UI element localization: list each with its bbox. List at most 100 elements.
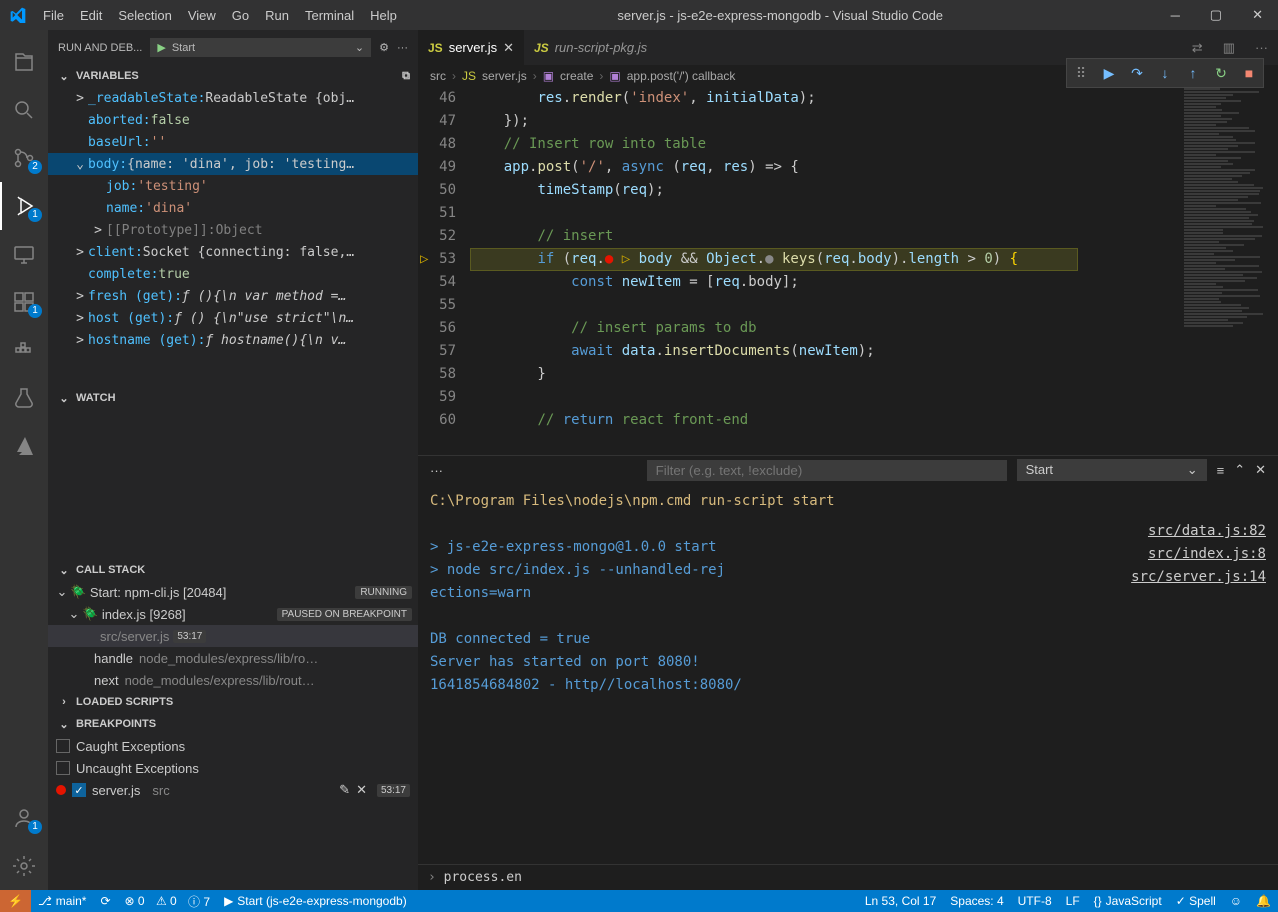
menu-selection[interactable]: Selection: [110, 8, 179, 23]
close-button[interactable]: ✕: [1237, 7, 1278, 23]
step-into-icon[interactable]: ↓: [1153, 61, 1177, 85]
more-icon[interactable]: ···: [430, 463, 443, 478]
debug-icon[interactable]: 1: [0, 182, 48, 230]
edit-icon[interactable]: ✎: [339, 782, 350, 798]
close-icon[interactable]: ✕: [503, 40, 514, 56]
drag-handle-icon[interactable]: ⠿: [1069, 61, 1093, 85]
variable-row[interactable]: complete: true: [48, 263, 418, 285]
callstack-header[interactable]: ⌄CALL STACK: [48, 559, 418, 581]
stack-frame[interactable]: nextnode_modules/express/lib/rout…: [48, 669, 418, 691]
scm-icon[interactable]: 2: [0, 134, 48, 182]
start-debug-icon[interactable]: ▶: [157, 41, 165, 54]
breakpoints-header[interactable]: ⌄BREAKPOINTS: [48, 713, 418, 735]
breakpoint-current-icon: ▷: [420, 248, 428, 271]
variable-row[interactable]: name: 'dina': [48, 197, 418, 219]
breakpoint-row[interactable]: Uncaught Exceptions: [48, 757, 418, 779]
variable-row[interactable]: >host (get): ƒ () {\n"use strict"\n…: [48, 307, 418, 329]
more-icon[interactable]: ···: [1245, 40, 1278, 55]
variable-row[interactable]: >[[Prototype]]: Object: [48, 219, 418, 241]
menu-view[interactable]: View: [180, 8, 224, 23]
remote-indicator[interactable]: ⚡: [0, 890, 31, 912]
menu-terminal[interactable]: Terminal: [297, 8, 362, 23]
close-icon[interactable]: ✕: [356, 782, 367, 798]
stack-frame[interactable]: handlenode_modules/express/lib/ro…: [48, 647, 418, 669]
bug-icon: 🪲: [82, 606, 98, 622]
word-wrap-icon[interactable]: ≡: [1217, 463, 1225, 478]
menu-file[interactable]: File: [35, 8, 72, 23]
stop-icon[interactable]: ■: [1237, 61, 1261, 85]
encoding[interactable]: UTF-8: [1011, 894, 1059, 908]
testing-icon[interactable]: [0, 374, 48, 422]
menu-edit[interactable]: Edit: [72, 8, 110, 23]
git-branch[interactable]: ⎇main*: [31, 894, 94, 908]
gear-icon[interactable]: ⚙: [379, 41, 389, 54]
variables-header[interactable]: ⌄VARIABLES⧉: [48, 65, 418, 87]
notifications-icon[interactable]: 🔔: [1249, 894, 1278, 908]
language-mode[interactable]: {}JavaScript: [1087, 894, 1169, 908]
checkbox[interactable]: ✓: [72, 783, 86, 797]
checkbox[interactable]: [56, 739, 70, 753]
accounts-icon[interactable]: 1: [0, 794, 48, 842]
launch-target-select[interactable]: Start⌄: [1017, 459, 1207, 481]
tab-server-js[interactable]: JSserver.js✕: [418, 30, 524, 65]
checkbox[interactable]: [56, 761, 70, 775]
chevron-up-icon[interactable]: ⌃: [1234, 462, 1245, 478]
indentation[interactable]: Spaces: 4: [943, 894, 1010, 908]
problems[interactable]: ⊗ 0 ⚠ 0 ⓘ 7: [118, 893, 218, 910]
activity-bar: 2 1 1 1: [0, 30, 48, 890]
feedback-icon[interactable]: ☺: [1223, 894, 1249, 908]
minimap[interactable]: [1178, 87, 1278, 455]
editor-area: JSserver.js✕ JSrun-script-pkg.js ⇄ ▥ ···…: [418, 30, 1278, 890]
loaded-scripts-header[interactable]: ›LOADED SCRIPTS: [48, 691, 418, 713]
split-editor-icon[interactable]: ▥: [1213, 40, 1245, 56]
code-editor[interactable]: 464748495051525354555657585960 res.rende…: [418, 87, 1278, 455]
search-icon[interactable]: [0, 86, 48, 134]
settings-gear-icon[interactable]: [0, 842, 48, 890]
variable-row[interactable]: >fresh (get): ƒ (){\n var method =…: [48, 285, 418, 307]
azure-icon[interactable]: [0, 422, 48, 470]
breakpoint-dot-icon: [56, 785, 66, 795]
sync-button[interactable]: ⟳: [93, 894, 117, 908]
debug-target[interactable]: ▶Start (js-e2e-express-mongodb): [217, 894, 414, 908]
variable-row[interactable]: >_readableState: ReadableState {obj…: [48, 87, 418, 109]
menu-help[interactable]: Help: [362, 8, 405, 23]
debug-console-output[interactable]: C:\Program Files\nodejs\npm.cmd run-scri…: [418, 484, 1278, 864]
continue-icon[interactable]: ▶: [1097, 61, 1121, 85]
close-panel-icon[interactable]: ✕: [1255, 462, 1266, 478]
debug-sidebar: RUN AND DEB... ▶ Start ⌄ ⚙ ··· ⌄VARIABLE…: [48, 30, 418, 890]
variable-row[interactable]: ⌄body: {name: 'dina', job: 'testing…: [48, 153, 418, 175]
extensions-icon[interactable]: 1: [0, 278, 48, 326]
minimize-button[interactable]: ─: [1156, 8, 1195, 23]
variable-row[interactable]: job: 'testing': [48, 175, 418, 197]
chevron-down-icon: ⌄: [1187, 462, 1198, 478]
launch-config-select[interactable]: ▶ Start ⌄: [150, 38, 371, 57]
tab-run-script-pkg[interactable]: JSrun-script-pkg.js: [524, 30, 657, 65]
spell-check[interactable]: ✓ Spell: [1169, 894, 1223, 908]
eol[interactable]: LF: [1059, 894, 1087, 908]
source-links[interactable]: src/data.js:82 src/index.js:8 src/server…: [1131, 520, 1266, 589]
remote-explorer-icon[interactable]: [0, 230, 48, 278]
maximize-button[interactable]: ▢: [1195, 7, 1237, 23]
stack-frame[interactable]: src/server.js53:17: [48, 625, 418, 647]
step-out-icon[interactable]: ↑: [1181, 61, 1205, 85]
cursor-position[interactable]: Ln 53, Col 17: [858, 894, 943, 908]
menu-run[interactable]: Run: [257, 8, 297, 23]
menu-go[interactable]: Go: [224, 8, 257, 23]
debug-toolbar[interactable]: ⠿ ▶ ↷ ↓ ↑ ↻ ■: [1066, 58, 1264, 88]
compare-icon[interactable]: ⇄: [1182, 40, 1213, 56]
more-icon[interactable]: ···: [397, 42, 408, 54]
filter-input[interactable]: [647, 460, 1007, 481]
restart-icon[interactable]: ↻: [1209, 61, 1233, 85]
watch-header[interactable]: ⌄WATCH: [48, 387, 418, 409]
variable-row[interactable]: >client: Socket {connecting: false,…: [48, 241, 418, 263]
collapse-icon[interactable]: ⧉: [402, 70, 410, 83]
step-over-icon[interactable]: ↷: [1125, 61, 1149, 85]
breakpoint-row[interactable]: ✓server.jssrc✎✕53:17: [48, 779, 418, 801]
debug-repl-input[interactable]: › process.en: [418, 864, 1278, 890]
docker-icon[interactable]: [0, 326, 48, 374]
variable-row[interactable]: >hostname (get): ƒ hostname(){\n v…: [48, 329, 418, 351]
breakpoint-row[interactable]: Caught Exceptions: [48, 735, 418, 757]
explorer-icon[interactable]: [0, 38, 48, 86]
variable-row[interactable]: aborted: false: [48, 109, 418, 131]
variable-row[interactable]: baseUrl: '': [48, 131, 418, 153]
